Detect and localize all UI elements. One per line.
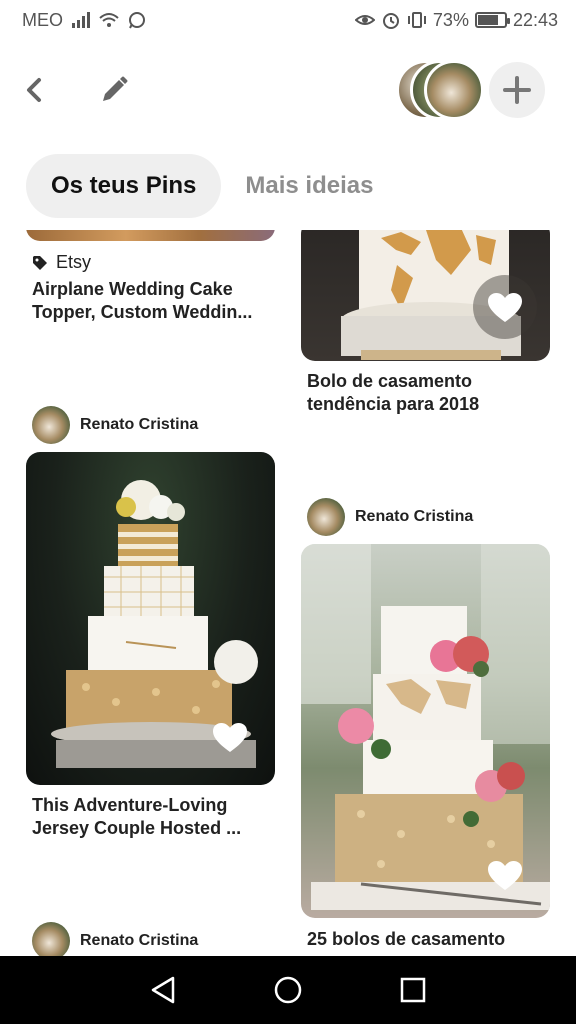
pin-title-line: 25 bolos de casamento (307, 929, 506, 949)
carrier-label: MEO (22, 9, 64, 30)
pin-title-line: Bolo de casamento (307, 371, 473, 391)
pin-title-line: Airplane Wedding Cake (32, 279, 233, 299)
heart-icon[interactable] (487, 860, 523, 892)
vibrate-icon (407, 12, 426, 28)
heart-icon[interactable] (212, 722, 248, 754)
pin-feed[interactable]: Etsy Airplane Wedding Cake Topper, Custo… (0, 230, 576, 956)
wifi-icon (99, 13, 119, 27)
tab-more-ideas[interactable]: Mais ideias (245, 154, 398, 218)
pin-title[interactable]: Bolo de casamento tendência para 2018 (307, 370, 547, 416)
chevron-left-icon (27, 78, 41, 102)
pin-title-line: This Adventure-Loving (32, 795, 228, 815)
pin-title-line: tendência para 2018 (307, 394, 480, 414)
triangle-back-icon (151, 976, 174, 1004)
tab-your-pins[interactable]: Os teus Pins (26, 154, 222, 218)
pin-user[interactable]: Renato Cristina (32, 406, 198, 444)
circle-home-icon (274, 976, 302, 1004)
pin-title-line: Jersey Couple Hosted ... (32, 818, 242, 838)
add-button[interactable] (489, 62, 545, 118)
avatar (32, 406, 70, 444)
avatar (307, 498, 345, 536)
square-recents-icon (401, 977, 426, 1003)
plus-icon (503, 76, 531, 104)
edit-board-button[interactable] (90, 66, 138, 114)
pin-title[interactable]: 25 bolos de casamento (307, 928, 547, 951)
nav-recents-button[interactable] (393, 970, 433, 1010)
battery-percent: 73% (432, 9, 469, 30)
heart-icon[interactable] (487, 292, 523, 324)
status-right: 73% 22:43 (354, 9, 558, 31)
source-name: Etsy (56, 252, 92, 272)
alarm-icon (382, 13, 399, 29)
status-left: MEO (22, 10, 147, 31)
eye-icon (354, 15, 375, 25)
pin-image[interactable] (301, 544, 550, 918)
pin-user[interactable]: Renato Cristina (307, 498, 473, 536)
tag-icon (33, 255, 47, 270)
back-button[interactable] (10, 66, 58, 114)
pin-title-line: Topper, Custom Weddin... (32, 302, 253, 322)
user-name: Renato Cristina (80, 416, 199, 433)
board-toolbar (0, 56, 576, 124)
pin-image[interactable] (301, 230, 550, 361)
collaborator-avatar (424, 60, 484, 120)
pencil-icon (103, 76, 128, 101)
clock: 22:43 (512, 9, 558, 30)
status-bar: MEO 73% 22:43 (0, 0, 576, 40)
pin-user[interactable]: Renato Cristina (32, 922, 198, 956)
whatsapp-icon (129, 12, 146, 29)
user-name: Renato Cristina (80, 932, 199, 949)
user-name: Renato Cristina (355, 508, 474, 525)
nav-home-button[interactable] (268, 970, 308, 1010)
pin-title[interactable]: Airplane Wedding Cake Topper, Custom Wed… (32, 278, 272, 324)
pin-image[interactable] (26, 230, 275, 241)
system-nav-bar (0, 956, 576, 1024)
pin-image[interactable] (26, 452, 275, 785)
pin-source[interactable]: Etsy (32, 252, 91, 273)
board-tabs: Os teus Pins Mais ideias (26, 154, 398, 218)
pin-title[interactable]: This Adventure-Loving Jersey Couple Host… (32, 794, 272, 840)
battery-icon (474, 12, 510, 28)
avatar (32, 922, 70, 956)
collaborators[interactable] (396, 60, 486, 120)
signal-icon (72, 12, 91, 28)
nav-back-button[interactable] (143, 970, 183, 1010)
